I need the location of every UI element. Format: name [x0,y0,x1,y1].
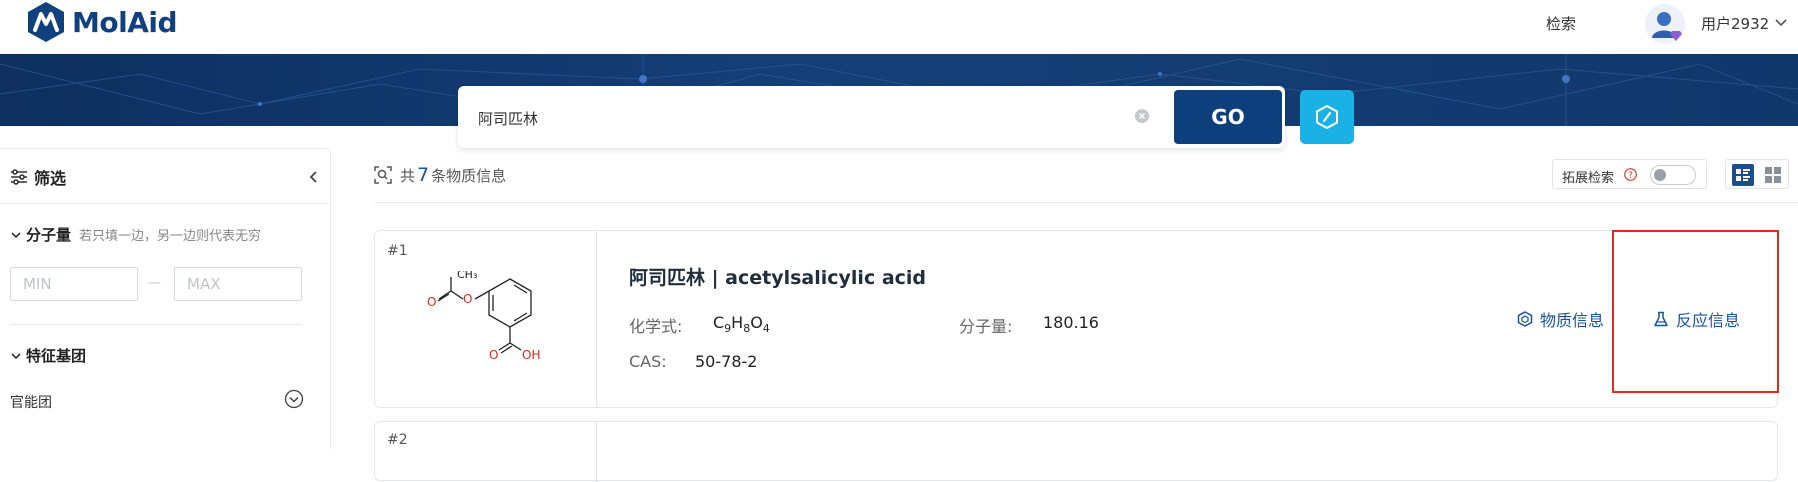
go-button[interactable]: GO [1174,90,1282,144]
filter-header: 筛选 [10,165,66,189]
substance-info-label: 物质信息 [1540,311,1605,330]
chevron-down-icon[interactable] [1773,14,1789,30]
hexagon-icon [1517,311,1533,327]
result-index: #2 [387,432,408,448]
cas-value: 50-78-2 [695,352,758,371]
formula-value: C9H8O4 [713,313,770,336]
molecule-structure-image[interactable]: CH₃ O O O OH [405,271,565,396]
draw-structure-button[interactable] [1300,90,1354,144]
logo-text: MolAid [72,5,178,39]
search-input[interactable] [476,104,1080,132]
mw-section-header[interactable]: 分子量 若只填一边，另一边则代表无穷 [10,224,261,245]
filter-sliders-icon [11,169,27,185]
divider [596,231,597,407]
extended-search-control: 拓展检索 ? [1552,159,1707,189]
filter-title: 筛选 [34,169,67,188]
cas-label: CAS: [629,352,667,371]
mw-value: 180.16 [1043,313,1099,332]
logo[interactable]: MolAid [26,0,178,44]
draw-structure-icon [1316,105,1338,129]
mw-hint: 若只填一边，另一边则代表无穷 [79,229,262,244]
functional-group-item[interactable]: 官能团 [10,392,52,412]
list-view-button[interactable] [1732,164,1754,186]
divider [10,324,302,325]
result-index: #1 [387,243,408,259]
divider [0,203,330,204]
mw-max-input[interactable] [174,267,302,301]
reaction-info-button[interactable]: 反应信息 [1653,307,1740,331]
chevron-down-icon [11,231,21,238]
filter-panel: 筛选 分子量 若只填一边，另一边则代表无穷 — 特征基团 官能团 [0,148,331,449]
results-summary: 共 7 条物质信息 [374,164,506,186]
chevron-down-icon [11,352,21,359]
result-card: #1 CH₃ O O O OH 阿司匹林 | acetylsalicylic a… [374,230,1778,408]
extended-search-toggle[interactable] [1650,165,1696,185]
mw-title: 分子量 [26,226,72,244]
divider [374,202,1798,203]
range-dash: — [147,275,161,291]
username-label[interactable]: 用户2932 [1701,13,1769,34]
structure-label-oxygen: O [463,292,472,306]
results-count: 7 [417,164,430,186]
results-suffix: 条物质信息 [431,166,507,185]
structure-label-oxygen: O [427,295,436,309]
mw-min-input[interactable] [10,267,138,301]
functional-group-section-header[interactable]: 特征基团 [10,345,86,366]
top-bar: MolAid 检索 用户2932 [0,0,1798,52]
structure-label-hydroxyl: OH [522,348,540,362]
extended-search-label: 拓展检索 [1562,171,1615,186]
structure-label-oxygen: O [489,348,498,362]
user-avatar-icon[interactable] [1645,4,1685,44]
help-icon[interactable]: ? [1624,168,1637,181]
substance-info-button[interactable]: 物质信息 [1517,307,1604,331]
results-prefix: 共 [400,166,416,185]
view-switcher [1725,159,1789,189]
nav-search-link[interactable]: 检索 [1546,13,1576,34]
molaid-logo-icon [28,2,64,42]
collapse-panel-icon[interactable] [306,169,322,185]
toggle-knob [1654,169,1666,181]
svg-text:?: ? [1628,171,1633,181]
scan-search-icon [374,166,392,184]
expand-circle-icon[interactable] [284,389,304,409]
result-card: #2 [374,421,1778,482]
structure-label-methyl: CH₃ [457,271,477,281]
grid-view-icon [1765,167,1781,183]
mw-label: 分子量: [959,317,1013,336]
divider [596,422,597,482]
formula-label: 化学式: [629,317,683,336]
flask-icon [1654,311,1668,327]
reaction-info-label: 反应信息 [1676,311,1741,330]
search-box: GO [458,86,1285,148]
list-view-icon [1736,169,1750,181]
grid-view-button[interactable] [1762,164,1784,186]
functional-group-title: 特征基团 [26,347,87,365]
clear-icon[interactable] [1135,109,1149,123]
compound-name-link[interactable]: 阿司匹林 | acetylsalicylic acid [629,263,926,290]
